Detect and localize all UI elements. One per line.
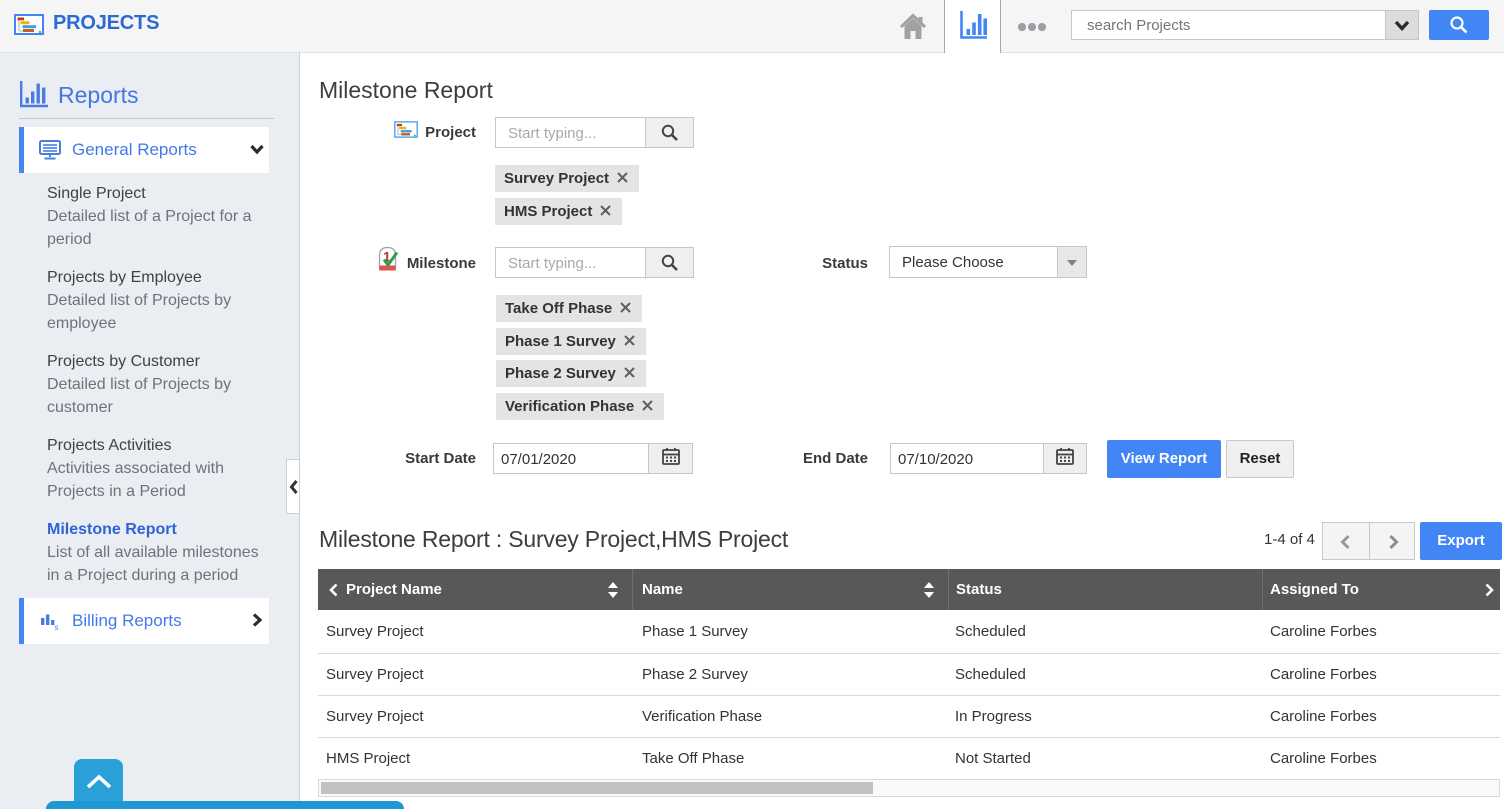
svg-text:s: s [55,623,59,631]
